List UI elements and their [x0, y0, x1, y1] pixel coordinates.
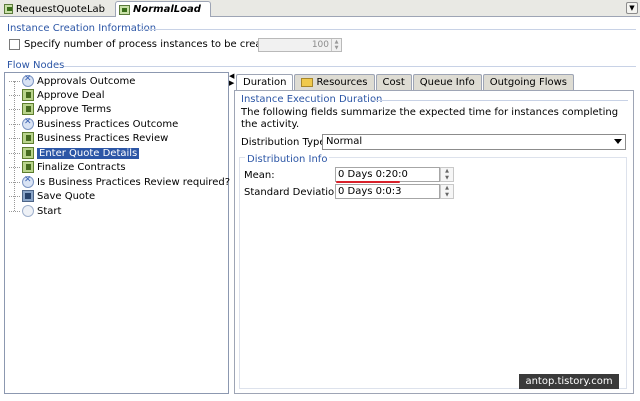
- distribution-info-title: Distribution Info: [245, 154, 330, 165]
- tab-outgoing-flows[interactable]: Outgoing Flows: [482, 74, 574, 90]
- stepper-down-icon[interactable]: ▼: [441, 192, 453, 199]
- process-icon: [4, 4, 13, 14]
- editor-tab-label: NormalLoad: [133, 4, 201, 15]
- chevron-down-icon: ▼: [629, 4, 635, 12]
- tree-item-label: Business Practices Review: [37, 132, 169, 144]
- specify-instances-checkbox[interactable]: [9, 39, 20, 50]
- outcome-icon: [22, 74, 34, 87]
- tree-item-approve-deal[interactable]: Approve Deal: [5, 88, 105, 102]
- outcome-icon: [22, 117, 34, 130]
- stepper-up-icon[interactable]: ▲: [441, 185, 453, 192]
- expand-right-icon[interactable]: ▶: [229, 80, 235, 87]
- instances-count-stepper[interactable]: 100 ▲ ▼: [258, 38, 342, 52]
- outcome-icon: [22, 175, 34, 188]
- mean-label: Mean:: [244, 170, 275, 181]
- task-icon: [22, 103, 34, 115]
- section-divider: [372, 100, 628, 101]
- task-icon: [22, 132, 34, 144]
- specify-instances-label: Specify number of process instances to b…: [24, 39, 278, 50]
- editor-tab-strip: RequestQuoteLab NormalLoad ▼: [0, 0, 640, 17]
- tree-item-label: Approve Terms: [37, 103, 112, 115]
- tree-item-save-quote[interactable]: Save Quote: [5, 189, 95, 203]
- tab-resources[interactable]: Resources: [294, 74, 375, 90]
- editor-tab-normal-load[interactable]: NormalLoad: [115, 1, 211, 17]
- duration-description: The following fields summarize the expec…: [241, 107, 619, 130]
- stepper-down-icon[interactable]: ▼: [441, 175, 453, 182]
- tab-cost[interactable]: Cost: [375, 74, 412, 90]
- tab-list-menu-button[interactable]: ▼: [626, 2, 638, 14]
- tree-item-enter-quote-details[interactable]: Enter Quote Details: [5, 146, 141, 160]
- task-icon: [22, 89, 34, 101]
- tree-item-approve-terms[interactable]: Approve Terms: [5, 102, 111, 116]
- tab-label: Outgoing Flows: [489, 76, 567, 88]
- standard-deviation-stepper[interactable]: ▲ ▼: [440, 184, 454, 199]
- annotation-underline: [336, 181, 400, 183]
- tree-item-business-practices-review[interactable]: Business Practices Review: [5, 131, 168, 145]
- mean-value: 0 Days 0:20:0: [338, 169, 408, 180]
- stepper-up-icon[interactable]: ▲: [441, 168, 453, 175]
- tree-item-business-practices-outcome[interactable]: Business Practices Outcome: [5, 117, 178, 131]
- standard-deviation-label: Standard Deviation:: [244, 187, 344, 198]
- instances-count-value: 100: [311, 40, 329, 50]
- tab-duration[interactable]: Duration: [236, 74, 294, 91]
- instance-creation-title: Instance Creation Information: [7, 23, 157, 34]
- watermark: antop.tistory.com: [519, 374, 619, 389]
- standard-deviation-value: 0 Days 0:0:3: [338, 186, 402, 197]
- task-icon: [22, 147, 34, 159]
- flow-nodes-tree[interactable]: Approvals Outcome Approve Deal Approve T…: [4, 72, 230, 394]
- tab-label: Duration: [243, 77, 287, 88]
- tree-item-label: Enter Quote Details: [35, 146, 141, 160]
- start-icon: [22, 205, 34, 217]
- chevron-down-icon: [614, 139, 622, 144]
- stepper-buttons[interactable]: ▲ ▼: [331, 39, 341, 51]
- editor-tab-request-quote-lab[interactable]: RequestQuoteLab: [1, 1, 111, 17]
- distribution-type-select[interactable]: Normal: [322, 134, 626, 150]
- tree-item-start[interactable]: Start: [5, 204, 61, 218]
- task-icon: [22, 161, 34, 173]
- section-divider: [140, 29, 636, 30]
- tab-label: Queue Info: [419, 76, 475, 88]
- flow-nodes-title: Flow Nodes: [7, 60, 65, 71]
- instance-execution-duration-title: Instance Execution Duration: [241, 94, 383, 105]
- tree-item-label: Approve Deal: [37, 89, 105, 101]
- editor-tab-label: RequestQuoteLab: [15, 3, 105, 15]
- folder-icon: [301, 78, 314, 87]
- process-icon: [119, 4, 130, 15]
- distribution-type-label: Distribution Type:: [241, 137, 329, 148]
- tree-item-label: Start: [37, 205, 62, 217]
- mean-field[interactable]: 0 Days 0:20:0 ▲ ▼: [335, 167, 454, 182]
- tree-item-label: Save Quote: [37, 190, 96, 202]
- splitter-handle[interactable]: ◀ ▶: [229, 73, 235, 87]
- tab-label: Cost: [382, 76, 405, 88]
- tree-item-finalize-contracts[interactable]: Finalize Contracts: [5, 160, 126, 174]
- tab-queue-info[interactable]: Queue Info: [412, 74, 482, 90]
- tree-item-label: Finalize Contracts: [37, 161, 126, 173]
- tree-item-label: Approvals Outcome: [37, 75, 136, 87]
- mean-stepper[interactable]: ▲ ▼: [440, 167, 454, 182]
- tree-item-approvals-outcome[interactable]: Approvals Outcome: [5, 74, 135, 88]
- standard-deviation-field[interactable]: 0 Days 0:0:3 ▲ ▼: [335, 184, 454, 199]
- stepper-down-icon[interactable]: ▼: [332, 45, 341, 51]
- tree-item-is-business-practices-review-required[interactable]: Is Business Practices Review required?: [5, 175, 230, 189]
- distribution-type-value: Normal: [326, 136, 363, 147]
- tree-item-label: Is Business Practices Review required?: [37, 176, 231, 188]
- tree-item-label: Business Practices Outcome: [37, 118, 179, 130]
- specify-instances-row: Specify number of process instances to b…: [9, 39, 278, 50]
- tab-label: Resources: [316, 76, 368, 88]
- save-icon: [22, 190, 34, 202]
- detail-tabs: Duration Resources Cost Queue Info Outgo…: [236, 74, 574, 91]
- section-divider: [64, 66, 636, 67]
